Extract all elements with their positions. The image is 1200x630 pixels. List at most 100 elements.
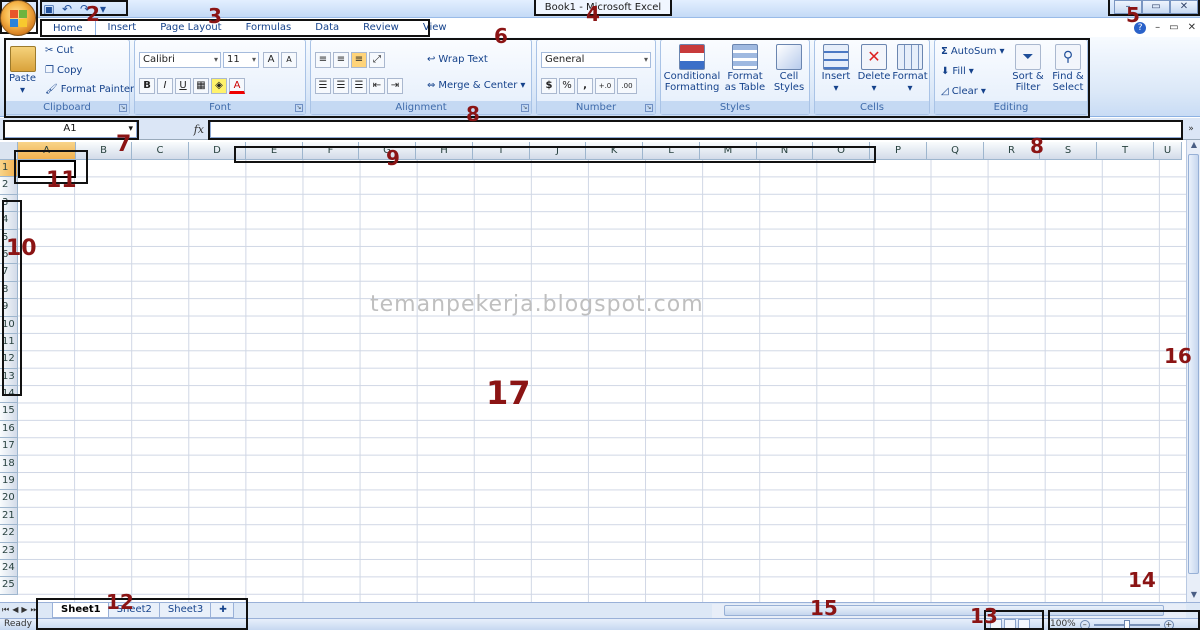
grow-font-button[interactable]: A bbox=[263, 52, 279, 68]
align-bottom-icon[interactable]: ≡ bbox=[351, 52, 367, 68]
tab-insert[interactable]: Insert bbox=[96, 20, 149, 36]
shrink-font-button[interactable]: A bbox=[281, 52, 297, 68]
column-header[interactable]: L bbox=[643, 142, 700, 160]
horizontal-scroll-thumb[interactable] bbox=[724, 605, 1164, 616]
row-header[interactable]: 11 bbox=[0, 333, 18, 352]
percent-button[interactable]: % bbox=[559, 78, 575, 94]
zoom-in-icon[interactable]: + bbox=[1163, 619, 1174, 630]
font-dialog-launcher-icon[interactable]: ↘ bbox=[295, 104, 303, 112]
column-header[interactable]: H bbox=[416, 142, 473, 160]
column-header[interactable]: S bbox=[1040, 142, 1097, 160]
row-header[interactable]: 19 bbox=[0, 473, 18, 491]
merge-center-button[interactable]: ⇔ Merge & Center ▾ bbox=[427, 80, 525, 91]
row-header[interactable]: 10 bbox=[0, 316, 18, 334]
align-center-icon[interactable]: ☰ bbox=[333, 78, 349, 94]
tab-review[interactable]: Review bbox=[351, 20, 411, 36]
align-left-icon[interactable]: ☰ bbox=[315, 78, 331, 94]
page-break-view-icon[interactable] bbox=[1018, 619, 1030, 629]
row-header[interactable]: 13 bbox=[0, 368, 18, 387]
sheet-tab-3[interactable]: Sheet3 bbox=[158, 603, 213, 618]
column-header[interactable]: Q bbox=[927, 142, 984, 160]
align-right-icon[interactable]: ☰ bbox=[351, 78, 367, 94]
conditional-formatting-button[interactable]: Conditional Formatting bbox=[663, 44, 721, 93]
format-painter-button[interactable]: 🖌 Format Painter bbox=[45, 84, 134, 95]
column-header[interactable]: C bbox=[132, 142, 189, 160]
alignment-dialog-launcher-icon[interactable]: ↘ bbox=[521, 104, 529, 112]
copy-button[interactable]: ❐ Copy bbox=[45, 65, 82, 76]
row-header[interactable]: 12 bbox=[0, 351, 18, 369]
italic-button[interactable]: I bbox=[157, 78, 173, 94]
next-sheet-icon[interactable]: ▶ bbox=[21, 605, 27, 615]
column-header[interactable]: A bbox=[18, 142, 76, 160]
zoom-level[interactable]: 100% bbox=[1050, 619, 1076, 630]
row-header[interactable]: 20 bbox=[0, 490, 18, 508]
number-dialog-launcher-icon[interactable]: ↘ bbox=[645, 104, 653, 112]
format-cells-button[interactable]: Format ▾ bbox=[892, 44, 928, 94]
fill-color-icon[interactable]: ◈ bbox=[211, 78, 227, 94]
row-header[interactable]: 7 bbox=[0, 264, 18, 282]
clipboard-dialog-launcher-icon[interactable]: ↘ bbox=[119, 104, 127, 112]
format-as-table-button[interactable]: Format as Table bbox=[723, 44, 767, 93]
delete-cells-button[interactable]: ✕ Delete ▾ bbox=[857, 44, 891, 94]
column-header[interactable]: F bbox=[303, 142, 359, 160]
row-header[interactable]: 22 bbox=[0, 525, 18, 543]
sheet-tab-1[interactable]: Sheet1 bbox=[52, 603, 110, 618]
decrease-decimal-button[interactable]: .00 bbox=[617, 78, 637, 94]
tab-data[interactable]: Data bbox=[303, 20, 351, 36]
row-header[interactable]: 24 bbox=[0, 559, 18, 578]
column-header[interactable]: P bbox=[870, 142, 927, 160]
zoom-slider-knob[interactable] bbox=[1123, 619, 1130, 630]
row-header[interactable]: 4 bbox=[0, 212, 18, 230]
currency-button[interactable]: $ bbox=[541, 78, 557, 94]
office-button[interactable] bbox=[0, 0, 36, 36]
page-layout-view-icon[interactable] bbox=[1004, 619, 1016, 629]
autosum-button[interactable]: Σ AutoSum ▾ bbox=[941, 46, 1005, 57]
tab-formulas[interactable]: Formulas bbox=[234, 20, 304, 36]
row-header[interactable]: 8 bbox=[0, 281, 18, 300]
row-header[interactable]: 14 bbox=[0, 386, 18, 404]
row-header[interactable]: 16 bbox=[0, 420, 18, 439]
orientation-icon[interactable]: ⤢ bbox=[369, 52, 385, 68]
row-header[interactable]: 9 bbox=[0, 299, 18, 317]
font-size-combo[interactable]: 11 bbox=[223, 52, 259, 68]
row-header[interactable]: 21 bbox=[0, 507, 18, 526]
zoom-out-icon[interactable]: – bbox=[1079, 619, 1090, 630]
font-color-button[interactable]: A bbox=[229, 78, 245, 94]
column-header[interactable]: M bbox=[700, 142, 757, 160]
decrease-indent-icon[interactable]: ⇤ bbox=[369, 78, 385, 94]
cell-area[interactable] bbox=[18, 160, 1186, 602]
font-name-combo[interactable]: Calibri bbox=[139, 52, 221, 68]
insert-cells-button[interactable]: Insert ▾ bbox=[819, 44, 853, 94]
restore-button[interactable]: ▭ bbox=[1142, 0, 1170, 14]
expand-formula-bar-icon[interactable]: » bbox=[1184, 120, 1198, 138]
column-header[interactable]: D bbox=[189, 142, 246, 160]
row-header[interactable]: 3 bbox=[0, 194, 18, 213]
workbook-close-icon[interactable]: ✕ bbox=[1188, 22, 1196, 34]
borders-icon[interactable]: ▦ bbox=[193, 78, 209, 94]
vertical-scrollbar[interactable]: ▲ ▼ bbox=[1186, 140, 1200, 602]
prev-sheet-icon[interactable]: ◀ bbox=[12, 605, 18, 615]
insert-function-icon[interactable]: fx bbox=[194, 123, 204, 136]
increase-indent-icon[interactable]: ⇥ bbox=[387, 78, 403, 94]
horizontal-scrollbar[interactable] bbox=[712, 604, 1186, 618]
column-header[interactable]: O bbox=[813, 142, 870, 160]
cell-styles-button[interactable]: Cell Styles bbox=[769, 44, 809, 93]
tab-view[interactable]: View bbox=[411, 20, 459, 36]
save-icon[interactable]: ▣ bbox=[42, 2, 56, 16]
paste-button[interactable]: Paste ▾ bbox=[9, 46, 36, 96]
find-select-button[interactable]: ⚲ Find & Select bbox=[1049, 44, 1087, 93]
bold-button[interactable]: B bbox=[139, 78, 155, 94]
align-middle-icon[interactable]: ≡ bbox=[333, 52, 349, 68]
clear-button[interactable]: ◿ Clear ▾ bbox=[941, 86, 986, 97]
scroll-up-icon[interactable]: ▲ bbox=[1187, 140, 1200, 152]
sort-filter-button[interactable]: ⏷ Sort & Filter bbox=[1009, 44, 1047, 93]
select-all-button[interactable] bbox=[0, 142, 18, 160]
row-header[interactable]: 1 bbox=[0, 160, 18, 178]
column-header[interactable]: U bbox=[1154, 142, 1182, 160]
underline-button[interactable]: U bbox=[175, 78, 191, 94]
undo-icon[interactable]: ↶ bbox=[60, 2, 74, 16]
row-header[interactable]: 23 bbox=[0, 542, 18, 560]
row-header[interactable]: 25 bbox=[0, 577, 18, 595]
increase-decimal-button[interactable]: +.0 bbox=[595, 78, 615, 94]
comma-button[interactable]: , bbox=[577, 78, 593, 94]
